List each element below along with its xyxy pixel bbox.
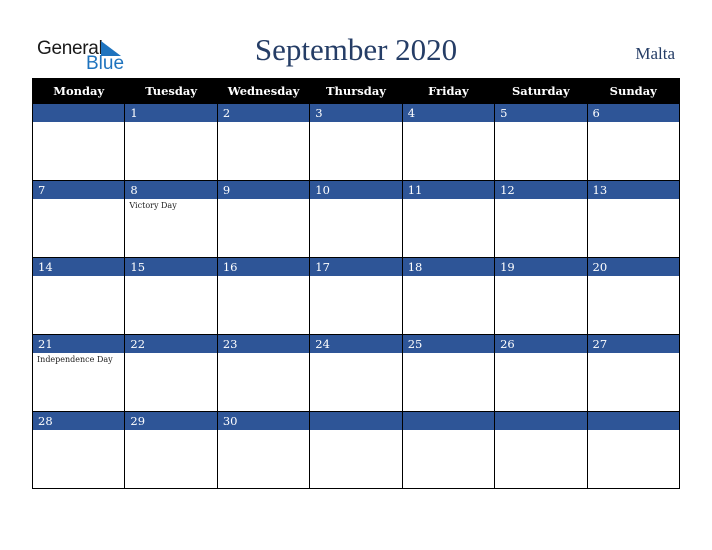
day-cell[interactable]: 13	[586, 180, 681, 258]
page-title: September 2020	[254, 32, 458, 67]
week-row: 7 8 Victory Day 9 10 11 12 13	[31, 180, 681, 258]
holiday-label: Independence Day	[37, 355, 113, 364]
day-number: 30	[217, 412, 310, 430]
day-cell[interactable]: 25	[401, 334, 496, 412]
day-number: 4	[402, 104, 495, 122]
day-cell[interactable]: 11	[401, 180, 496, 258]
day-number: 23	[217, 335, 310, 353]
weekday-header-saturday: Saturday	[494, 78, 588, 104]
day-number: 6	[587, 104, 679, 122]
day-cell[interactable]: 22	[124, 334, 218, 412]
day-cell[interactable]: 5	[494, 103, 588, 181]
day-number: 8	[125, 181, 217, 199]
day-cell[interactable]: 27	[586, 334, 681, 412]
day-cell[interactable]: 26	[494, 334, 588, 412]
day-number: 26	[495, 335, 587, 353]
day-cell[interactable]: 1	[124, 103, 218, 181]
calendar-grid: Monday Tuesday Wednesday Thursday Friday Satu…	[31, 78, 681, 489]
day-number	[310, 412, 402, 430]
day-cell[interactable]: 24	[309, 334, 403, 412]
day-cell[interactable]	[586, 411, 681, 489]
day-number: 18	[402, 258, 495, 276]
day-number: 27	[587, 335, 679, 353]
day-cell[interactable]: 15	[124, 257, 218, 335]
day-number	[33, 104, 125, 122]
day-cell[interactable]: 17	[309, 257, 403, 335]
week-row: 123456	[31, 103, 681, 181]
day-number: 22	[125, 335, 217, 353]
day-number: 15	[125, 258, 217, 276]
day-number: 2	[217, 104, 310, 122]
day-number: 12	[495, 181, 587, 199]
day-cell[interactable]: 4	[401, 103, 496, 181]
day-number: 19	[495, 258, 587, 276]
weekday-header-tuesday: Tuesday	[124, 78, 218, 104]
day-cell[interactable]: 3	[309, 103, 403, 181]
week-row: 21 Independence Day 22 23 24 25 26 27	[31, 334, 681, 412]
weekday-header-sunday: Sunday	[586, 78, 681, 104]
weekday-header-wednesday: Wednesday	[216, 78, 311, 104]
day-cell[interactable]	[309, 411, 403, 489]
day-cell[interactable]: 6	[586, 103, 681, 181]
day-cell[interactable]: 7	[31, 180, 126, 258]
weekday-header-thursday: Thursday	[309, 78, 403, 104]
day-number: 14	[33, 258, 125, 276]
day-cell[interactable]: 29	[124, 411, 218, 489]
day-cell[interactable]: 2	[216, 103, 311, 181]
day-cell[interactable]: 20	[586, 257, 681, 335]
day-number: 24	[310, 335, 402, 353]
week-row: 28 29 30	[31, 411, 681, 489]
holiday-label: Victory Day	[129, 201, 177, 210]
day-cell[interactable]: 28	[31, 411, 126, 489]
day-number: 5	[495, 104, 587, 122]
day-cell[interactable]	[494, 411, 588, 489]
day-cell[interactable]: 10	[309, 180, 403, 258]
day-number: 16	[217, 258, 310, 276]
day-cell[interactable]: 8 Victory Day	[124, 180, 218, 258]
day-number: 20	[587, 258, 679, 276]
weekday-header-friday: Friday	[401, 78, 496, 104]
day-number: 9	[217, 181, 310, 199]
day-number	[402, 412, 495, 430]
day-cell[interactable]: 30	[216, 411, 311, 489]
country-label: Malta	[635, 44, 675, 63]
weekday-header-monday: Monday	[31, 78, 126, 104]
day-number	[495, 412, 587, 430]
day-number: 3	[310, 104, 402, 122]
day-cell[interactable]: 23	[216, 334, 311, 412]
weekday-header-row: Monday Tuesday Wednesday Thursday Friday Satu…	[31, 78, 681, 104]
day-number: 17	[310, 258, 402, 276]
day-cell[interactable]: 12	[494, 180, 588, 258]
day-number: 13	[587, 181, 679, 199]
day-number: 1	[125, 104, 217, 122]
day-number: 29	[125, 412, 217, 430]
day-number: 10	[310, 181, 402, 199]
week-row: 14 15 16 17 18 19 20	[31, 257, 681, 335]
day-number	[587, 412, 679, 430]
day-number: 11	[402, 181, 495, 199]
day-cell[interactable]: 9	[216, 180, 311, 258]
day-cell[interactable]	[31, 103, 126, 181]
day-cell[interactable]	[401, 411, 496, 489]
day-number: 25	[402, 335, 495, 353]
day-cell[interactable]: 19	[494, 257, 588, 335]
day-number: 28	[33, 412, 125, 430]
day-cell[interactable]: 21 Independence Day	[31, 334, 126, 412]
day-cell[interactable]: 16	[216, 257, 311, 335]
day-cell[interactable]: 14	[31, 257, 126, 335]
day-number: 21	[33, 335, 125, 353]
day-number: 7	[33, 181, 125, 199]
day-cell[interactable]: 18	[401, 257, 496, 335]
